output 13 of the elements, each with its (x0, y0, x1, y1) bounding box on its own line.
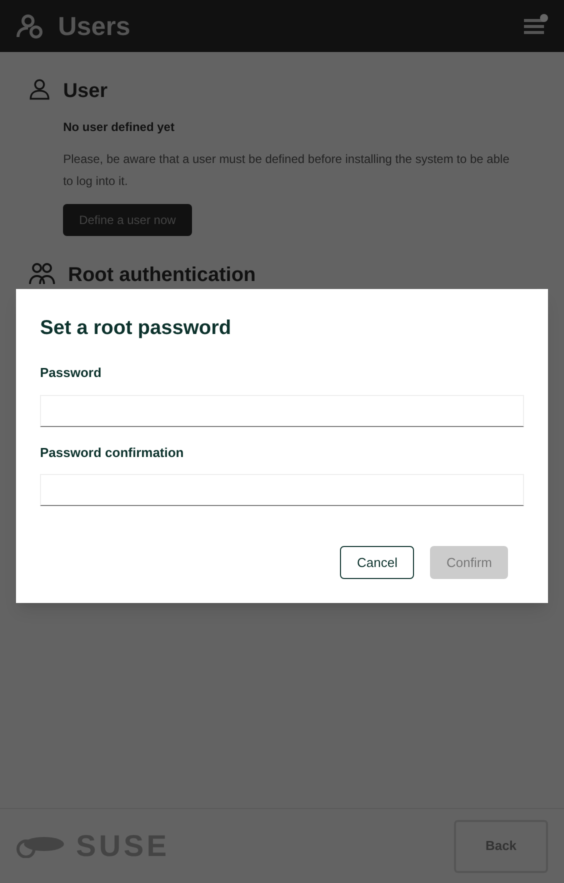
section-title: Root authentication (68, 263, 256, 288)
status-text: No user defined yet (63, 119, 176, 136)
dialog-title: Set a root password (40, 316, 232, 341)
note-text: Please, be aware that a user must be defined before installing the system to be able to log into it. (63, 151, 510, 190)
field-label: Password (40, 364, 102, 382)
password-field[interactable] (40, 474, 524, 506)
user-icon (28, 76, 52, 102)
page-title: Users (58, 10, 130, 42)
section-title: User (63, 79, 109, 104)
users-icon (28, 260, 56, 286)
field-label: Password confirmation (40, 444, 185, 462)
cancel-button[interactable]: Cancel (340, 546, 414, 579)
password-field[interactable] (40, 394, 524, 426)
